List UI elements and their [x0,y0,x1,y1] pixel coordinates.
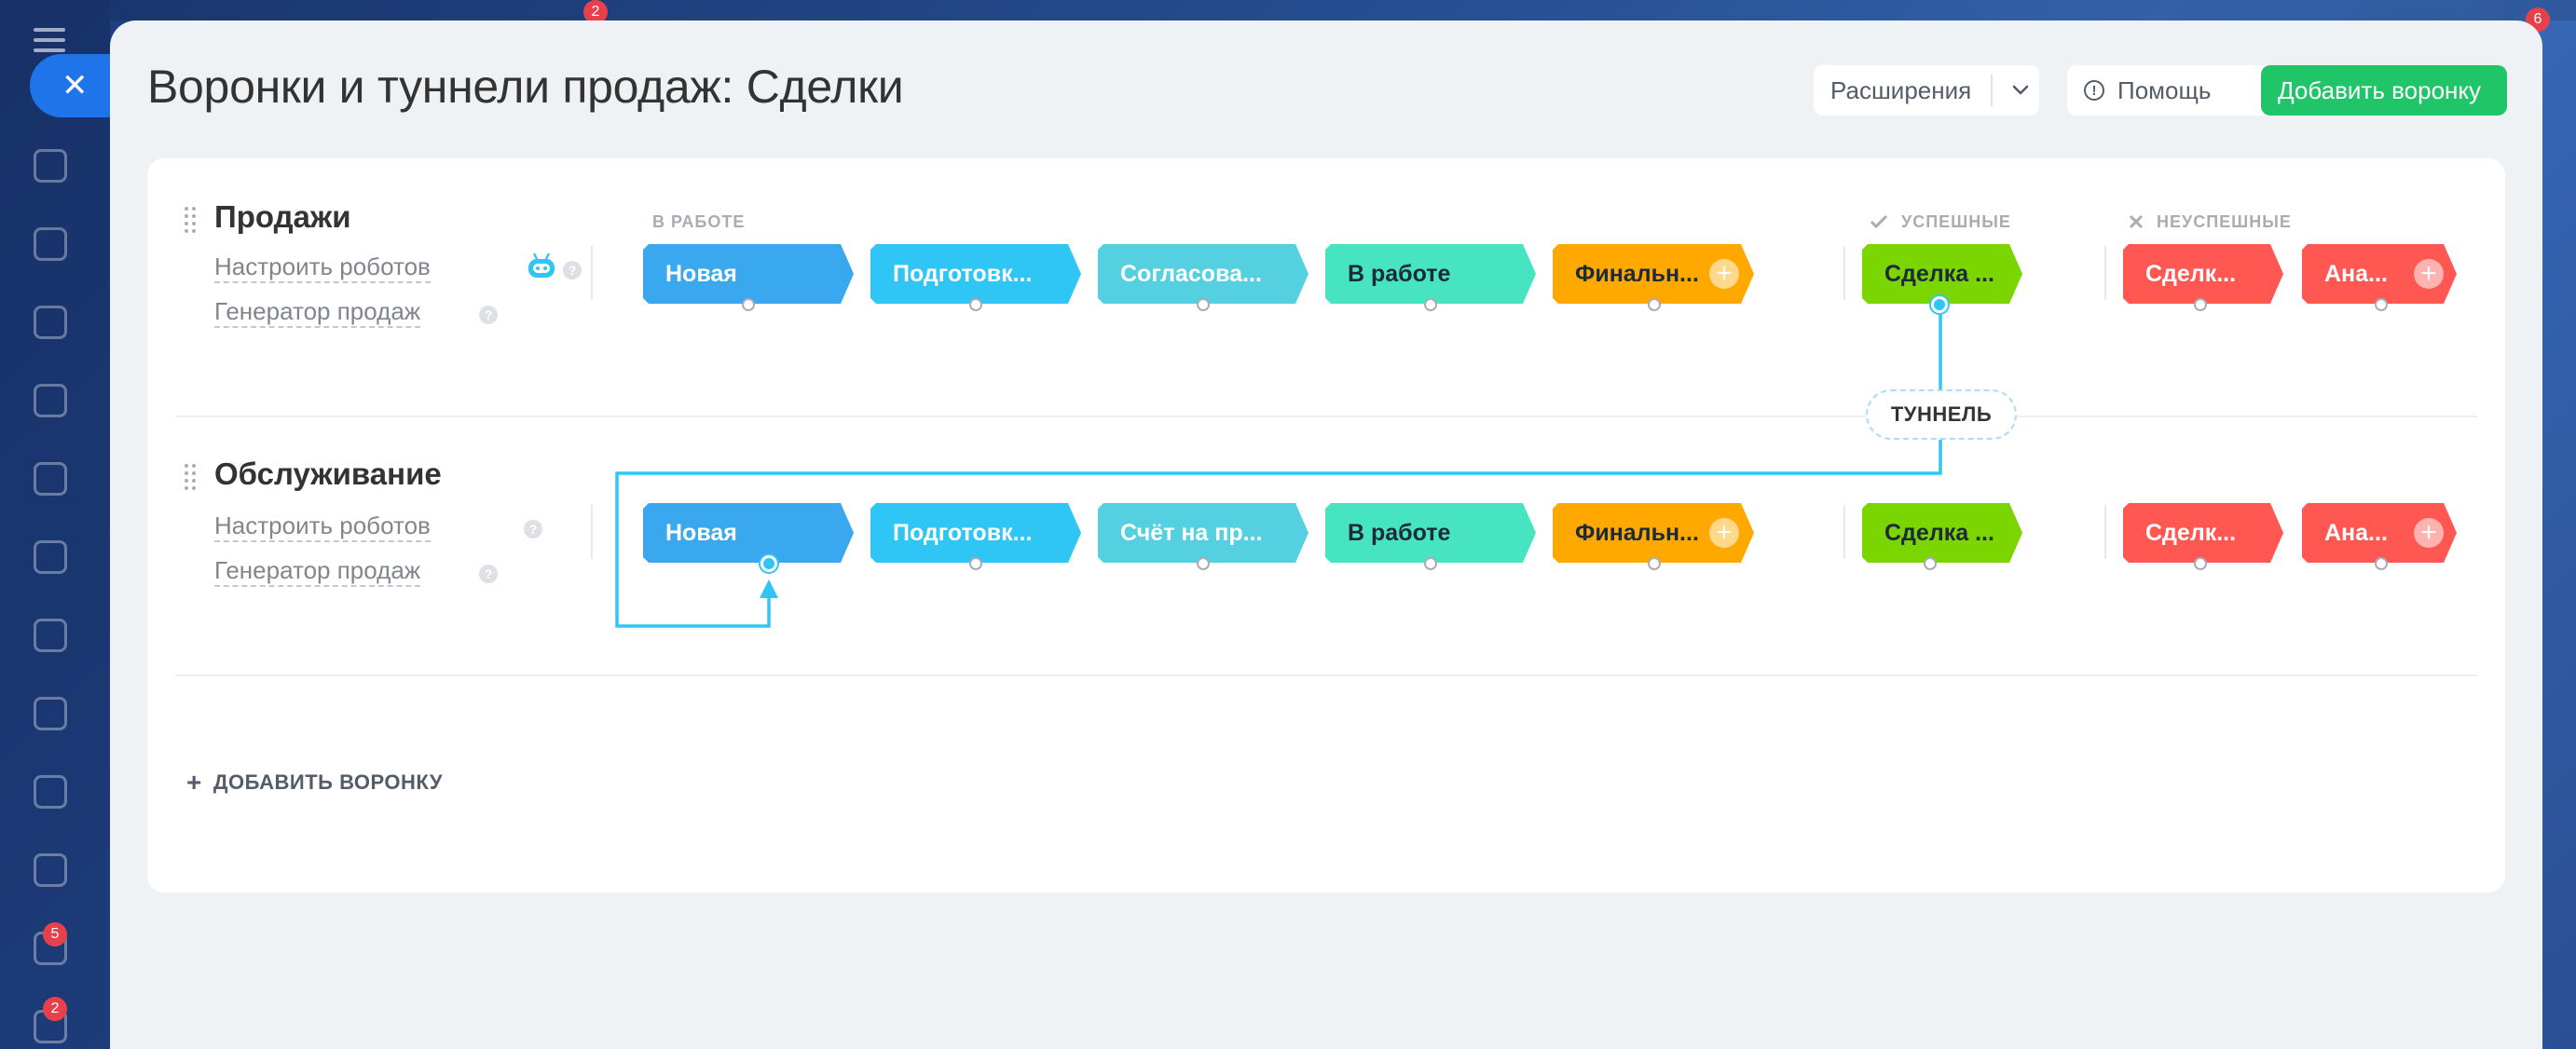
background-nav-icon [34,462,67,496]
background-nav-icon [34,306,67,339]
tunnel-arrow [615,306,1942,628]
tunnel-badge[interactable]: ТУННЕЛЬ [1866,389,2017,440]
background-nav-icon [34,384,67,417]
help-button[interactable]: ! Помощь [2067,65,2283,116]
extensions-button[interactable]: Расширения [1814,65,2039,116]
background-nav-icon [34,149,67,183]
add-funnel-link[interactable]: + ДОБАВИТЬ ВОРОНКУ [186,768,443,797]
add-funnel-label: Добавить воронку [2278,75,2482,104]
info-icon: ! [2084,80,2104,101]
background-nav-icon [34,697,67,730]
close-icon: ✕ [62,68,89,103]
page-title: Воронки и туннели продаж: Сделки [147,61,904,113]
background-nav-icon [34,227,67,261]
background-badge: 5 [43,922,67,947]
background-topbar [110,0,2576,20]
funnels-card: В РАБОТЕ УСПЕШНЫЕ НЕУСПЕШНЫЕ Продажи Нас… [147,158,2505,892]
background-nav-icon [34,775,67,809]
add-funnel-button[interactable]: Добавить воронку [2261,65,2507,116]
funnels-slider: Воронки и туннели продаж: Сделки Расшире… [110,20,2542,1049]
chevron-down-icon [2004,73,2037,113]
tunnel-start-dot[interactable] [1931,296,1948,313]
help-label: Помощь [2117,75,2212,104]
background-nav-icon [34,540,67,574]
background-nav-icon [34,619,67,652]
background-nav-icon [34,853,67,887]
background-sidebar: 5 2 [0,0,110,1049]
tunnel-end-dot[interactable] [760,555,777,572]
extensions-label: Расширения [1830,75,1972,104]
background-badge: 2 [43,997,67,1021]
plus-icon: + [186,768,202,797]
